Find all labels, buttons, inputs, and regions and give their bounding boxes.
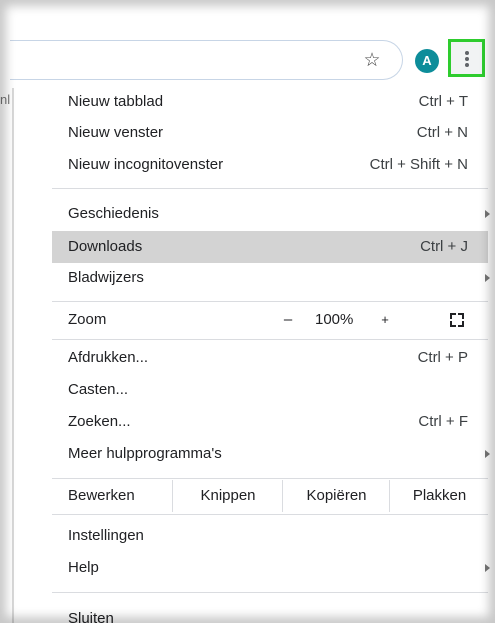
submenu-arrow-icon — [485, 564, 490, 572]
zoom-level: 100% — [315, 311, 354, 328]
submenu-arrow-icon — [485, 210, 490, 218]
menu-separator — [52, 478, 488, 479]
menu-item-label: Meer hulpprogramma's — [68, 445, 222, 462]
browser-toolbar: ☆ A — [10, 10, 488, 80]
menu-item-downloads[interactable]: Downloads Ctrl + J — [52, 231, 488, 263]
menu-item-label: Zoeken... — [68, 413, 131, 430]
menu-item-settings[interactable]: Instellingen — [52, 523, 488, 549]
star-icon[interactable]: ☆ — [362, 51, 382, 71]
edit-label: Bewerken — [68, 487, 135, 504]
zoom-in-button[interactable]: + — [377, 303, 393, 337]
menu-item-cast[interactable]: Casten... — [52, 377, 488, 403]
menu-item-history[interactable]: Geschiedenis — [52, 201, 490, 227]
menu-item-shortcut: Ctrl + Shift + N — [369, 156, 468, 173]
menu-item-print[interactable]: Afdrukken... Ctrl + P — [52, 345, 488, 371]
menu-item-bookmarks[interactable]: Bladwijzers — [52, 265, 490, 291]
browser-main-menu: Nieuw tabblad Ctrl + T Nieuw venster Ctr… — [52, 80, 490, 627]
menu-item-shortcut: Ctrl + N — [416, 124, 468, 141]
menu-item-new-window[interactable]: Nieuw venster Ctrl + N — [52, 120, 488, 146]
menu-item-label: Afdrukken... — [68, 349, 149, 366]
menu-item-new-incognito-window[interactable]: Nieuw incognitovenster Ctrl + Shift + N — [52, 152, 488, 178]
fullscreen-icon[interactable] — [450, 313, 464, 327]
menu-separator — [52, 188, 488, 189]
menu-separator — [52, 301, 488, 302]
menu-zoom-row: Zoom – 100% + — [52, 303, 488, 337]
menu-item-shortcut: Ctrl + T — [418, 93, 468, 110]
submenu-arrow-icon — [485, 274, 490, 282]
menu-item-label: Sluiten — [68, 610, 114, 627]
menu-item-label: Downloads — [68, 238, 143, 255]
zoom-label: Zoom — [68, 311, 107, 328]
menu-item-label: Nieuw incognitovenster — [68, 156, 224, 173]
menu-item-shortcut: Ctrl + J — [420, 238, 468, 255]
menu-item-help[interactable]: Help — [52, 555, 490, 581]
menu-item-shortcut: Ctrl + P — [417, 349, 468, 366]
page-edge-divider — [12, 88, 14, 623]
menu-item-exit[interactable]: Sluiten — [52, 606, 488, 632]
cut-button[interactable]: Knippen — [172, 480, 283, 512]
menu-item-more-tools[interactable]: Meer hulpprogramma's — [52, 441, 490, 467]
menu-item-shortcut: Ctrl + F — [418, 413, 468, 430]
submenu-arrow-icon — [485, 450, 490, 458]
browser-menu-button[interactable] — [448, 39, 485, 77]
zoom-out-button[interactable]: – — [280, 303, 296, 337]
menu-item-label: Nieuw venster — [68, 124, 164, 141]
menu-item-label: Nieuw tabblad — [68, 93, 164, 110]
paste-button[interactable]: Plakken — [389, 480, 489, 512]
menu-item-label: Help — [68, 559, 99, 576]
menu-item-new-tab[interactable]: Nieuw tabblad Ctrl + T — [52, 89, 488, 115]
copy-button[interactable]: Kopiëren — [282, 480, 390, 512]
more-vert-icon — [465, 51, 469, 67]
menu-separator — [52, 339, 488, 340]
menu-item-find[interactable]: Zoeken... Ctrl + F — [52, 409, 488, 435]
menu-item-label: Instellingen — [68, 527, 144, 544]
address-bar[interactable]: ☆ — [10, 40, 403, 80]
menu-edit-row: Bewerken Knippen Kopiëren Plakken — [52, 480, 488, 512]
menu-item-label: Bladwijzers — [68, 269, 144, 286]
menu-item-label: Geschiedenis — [68, 205, 159, 222]
menu-separator — [52, 514, 488, 515]
menu-item-label: Casten... — [68, 381, 129, 398]
avatar[interactable]: A — [415, 49, 439, 73]
menu-separator — [52, 592, 488, 593]
